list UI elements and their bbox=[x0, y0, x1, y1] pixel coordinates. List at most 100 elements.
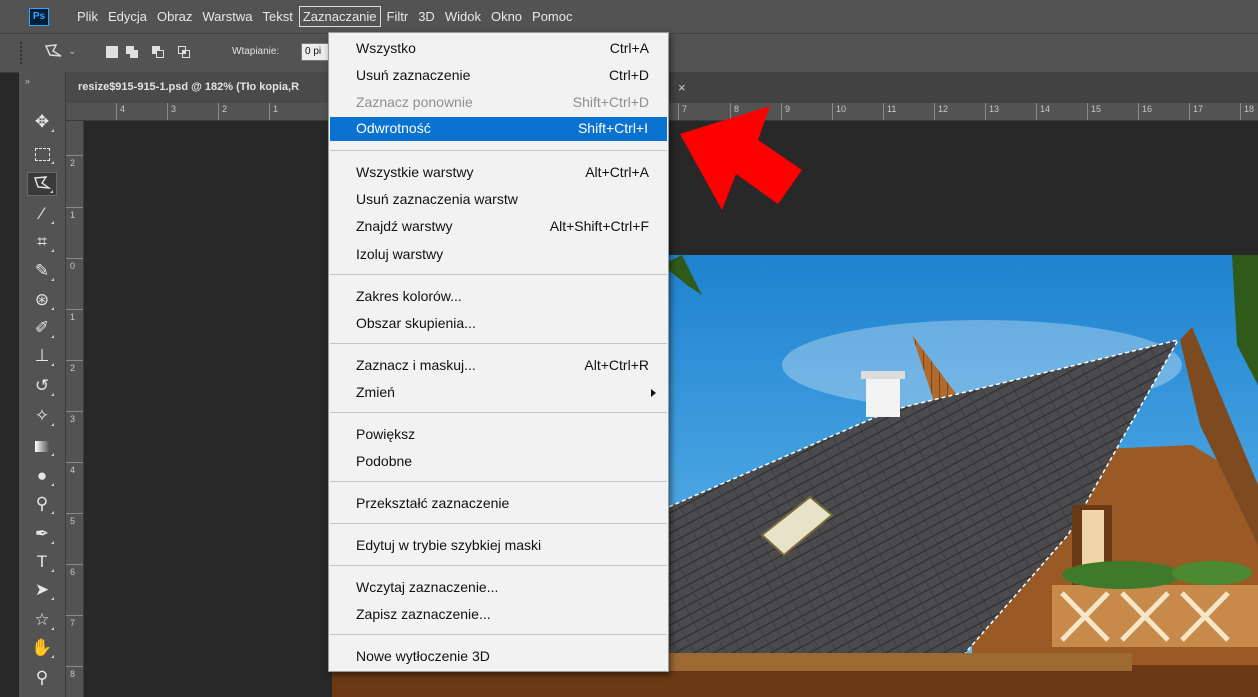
menu-bar: Ps Plik Edycja Obraz Warstwa Tekst Zazna… bbox=[0, 0, 1258, 33]
menu-item-zmien[interactable]: Zmień bbox=[329, 381, 668, 405]
menu-pomoc[interactable]: Pomoc bbox=[528, 6, 576, 27]
menu-item-zakres-kolorow[interactable]: Zakres kolorów... bbox=[329, 285, 668, 309]
blur-icon[interactable]: ● bbox=[27, 464, 57, 488]
magic-wand-icon[interactable]: ⁄ bbox=[27, 202, 57, 226]
submenu-arrow-icon bbox=[651, 389, 656, 397]
ruler-tick: 16 bbox=[1138, 103, 1152, 120]
ruler-tick: 14 bbox=[1036, 103, 1050, 120]
eyedropper-icon[interactable]: ✎ bbox=[27, 259, 57, 283]
ruler-tick: 6 bbox=[66, 564, 83, 577]
ruler-tick: 1 bbox=[66, 207, 83, 220]
document-canvas[interactable] bbox=[84, 121, 1258, 697]
ruler-tick: 17 bbox=[1189, 103, 1203, 120]
close-icon[interactable]: × bbox=[678, 80, 686, 95]
ruler-tick: 5 bbox=[66, 513, 83, 526]
menu-item-wszystkie-warstwy[interactable]: Wszystkie warstwy Alt+Ctrl+A bbox=[329, 161, 668, 185]
menu-item-podobne[interactable]: Podobne bbox=[329, 450, 668, 474]
menu-item-odwrotnosc[interactable]: Odwrotność Shift+Ctrl+I bbox=[330, 117, 667, 141]
crop-icon[interactable]: ⌗ bbox=[27, 230, 57, 254]
new-selection-button[interactable] bbox=[106, 46, 118, 58]
menu-okno[interactable]: Okno bbox=[487, 6, 526, 27]
healing-icon[interactable]: ⊛ bbox=[27, 288, 57, 312]
ruler-tick: 10 bbox=[832, 103, 846, 120]
stamp-icon[interactable]: ⊥ bbox=[27, 344, 57, 368]
menu-separator bbox=[330, 481, 667, 482]
menu-widok[interactable]: Widok bbox=[441, 6, 485, 27]
menu-item-przeksztalc-zaznaczenie[interactable]: Przekształć zaznaczenie bbox=[329, 492, 668, 516]
menu-separator bbox=[330, 634, 667, 635]
menu-item-usun-zaznaczenie[interactable]: Usuń zaznaczenie Ctrl+D bbox=[329, 64, 668, 88]
type-icon[interactable]: T bbox=[27, 550, 57, 574]
intersect-selection-button[interactable] bbox=[178, 46, 190, 58]
marquee-icon[interactable] bbox=[27, 142, 57, 166]
ruler-tick: 13 bbox=[985, 103, 999, 120]
ruler-tick: 15 bbox=[1087, 103, 1101, 120]
red-arrow-annotation bbox=[680, 106, 802, 210]
menu-item-obszar-skupienia[interactable]: Obszar skupienia... bbox=[329, 312, 668, 336]
menu-item-wczytaj-zaznaczenie[interactable]: Wczytaj zaznaczenie... bbox=[329, 576, 668, 600]
menu-item-zapisz-zaznaczenie[interactable]: Zapisz zaznaczenie... bbox=[329, 603, 668, 627]
subtract-from-selection-button[interactable] bbox=[152, 46, 164, 58]
ruler-tick: 3 bbox=[66, 411, 83, 424]
ruler-vertical[interactable]: 2 1 0 1 2 3 4 5 6 7 8 bbox=[66, 121, 84, 697]
menu-item-zaznacz-ponownie[interactable]: Zaznacz ponownie Shift+Ctrl+D bbox=[329, 91, 668, 115]
ruler-tick: 8 bbox=[66, 666, 83, 679]
menu-item-szybka-maska[interactable]: Edytuj w trybie szybkiej maski bbox=[329, 534, 668, 558]
ruler-tick: 12 bbox=[934, 103, 948, 120]
menu-zaznaczanie[interactable]: Zaznaczanie bbox=[298, 6, 381, 27]
menu-separator bbox=[330, 565, 667, 566]
add-to-selection-button[interactable] bbox=[126, 46, 138, 58]
lasso-icon[interactable] bbox=[27, 172, 57, 196]
eraser-icon[interactable]: ✧ bbox=[27, 404, 57, 428]
menu-separator bbox=[330, 523, 667, 524]
ruler-tick: 3 bbox=[167, 103, 176, 120]
ruler-tick: 11 bbox=[883, 103, 896, 120]
brush-icon[interactable]: ✐ bbox=[27, 316, 57, 340]
history-brush-icon[interactable]: ↺ bbox=[27, 374, 57, 398]
photoshop-logo: Ps bbox=[29, 7, 49, 26]
menu-obraz[interactable]: Obraz bbox=[153, 6, 196, 27]
lasso-tool-preset-icon[interactable] bbox=[44, 43, 64, 66]
ruler-tick: 18 bbox=[1240, 103, 1254, 120]
ruler-tick: 4 bbox=[116, 103, 125, 120]
chevron-down-icon[interactable]: ⌄ bbox=[68, 46, 76, 57]
menu-edycja[interactable]: Edycja bbox=[104, 6, 151, 27]
options-grip[interactable] bbox=[20, 42, 26, 64]
ruler-tick: 1 bbox=[269, 103, 278, 120]
menu-separator bbox=[330, 150, 667, 151]
menu-item-wszystko[interactable]: Wszystko Ctrl+A bbox=[329, 37, 668, 61]
menu-item-izoluj-warstwy[interactable]: Izoluj warstwy bbox=[329, 243, 668, 267]
ruler-tick: 2 bbox=[66, 155, 83, 168]
ruler-tick: 1 bbox=[66, 309, 83, 322]
selection-dropdown-menu: Wszystko Ctrl+A Usuń zaznaczenie Ctrl+D Za… bbox=[328, 32, 669, 672]
hand-icon[interactable]: ✋ bbox=[27, 636, 57, 660]
menu-item-nowe-wytloczenie-3d[interactable]: Nowe wytłoczenie 3D bbox=[329, 645, 668, 669]
dodge-icon[interactable]: ⚲ bbox=[27, 492, 57, 516]
menu-item-zaznacz-i-maskuj[interactable]: Zaznacz i maskuj... Alt+Ctrl+R bbox=[329, 354, 668, 378]
ruler-tick: 0 bbox=[66, 258, 83, 271]
menu-plik[interactable]: Plik bbox=[73, 6, 102, 27]
ruler-tick: 2 bbox=[66, 360, 83, 373]
menu-separator bbox=[330, 412, 667, 413]
shape-icon[interactable]: ☆ bbox=[27, 608, 57, 632]
menu-item-powieksz[interactable]: Powiększ bbox=[329, 423, 668, 447]
menu-3d[interactable]: 3D bbox=[414, 6, 439, 27]
menu-filtr[interactable]: Filtr bbox=[383, 6, 413, 27]
ruler-tick: 4 bbox=[66, 462, 83, 475]
zoom-icon[interactable]: ⚲ bbox=[27, 666, 57, 690]
move-icon[interactable]: ✥ bbox=[27, 110, 57, 134]
document-tab[interactable]: resize$915-915-1.psd @ 182% (Tło kopia,R bbox=[66, 72, 328, 103]
collapse-panel-icon[interactable]: » bbox=[25, 76, 30, 86]
menu-item-usun-zaznaczenia-warstw[interactable]: Usuń zaznaczenia warstw bbox=[329, 188, 668, 212]
path-selection-icon[interactable]: ➤ bbox=[27, 578, 57, 602]
tools-panel: » ✥ ⁄ ⌗ ✎ ⊛ ✐ ⊥ ↺ ✧ ● ⚲ ✒ T ➤ ☆ ✋ ⚲ bbox=[19, 72, 66, 697]
ruler-tick: 7 bbox=[66, 615, 83, 628]
ruler-tick: 2 bbox=[218, 103, 227, 120]
pen-icon[interactable]: ✒ bbox=[27, 522, 57, 546]
gradient-icon[interactable] bbox=[27, 434, 57, 458]
menu-tekst[interactable]: Tekst bbox=[258, 6, 296, 27]
menu-warstwa[interactable]: Warstwa bbox=[198, 6, 256, 27]
menu-separator bbox=[330, 274, 667, 275]
menu-item-znajdz-warstwy[interactable]: Znajdź warstwy Alt+Shift+Ctrl+F bbox=[329, 215, 668, 239]
menu-separator bbox=[330, 343, 667, 344]
